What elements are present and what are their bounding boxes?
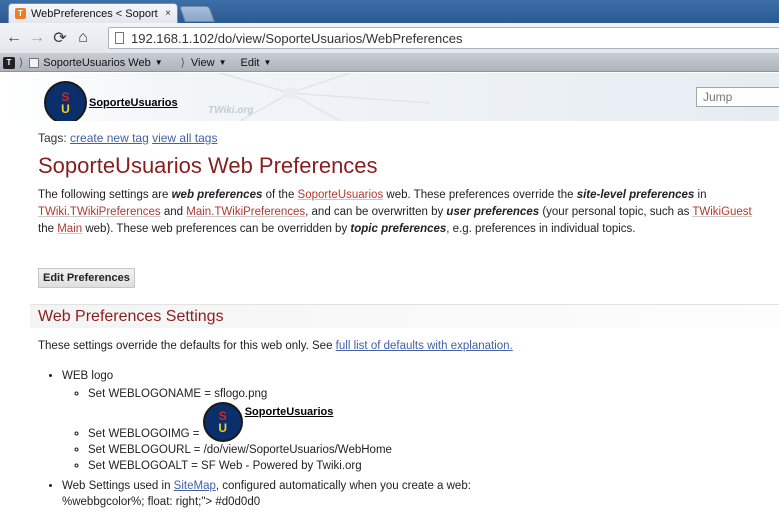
section-heading: Web Preferences Settings (30, 304, 779, 328)
reload-icon[interactable]: ⟳ (51, 28, 69, 48)
web-menu[interactable]: SoporteUsuarios Web ▼ (43, 57, 162, 69)
main-web-link[interactable]: Main (57, 223, 82, 235)
new-tab-button[interactable] (179, 6, 215, 22)
view-all-tags-link[interactable]: view all tags (152, 131, 217, 145)
twiki-favicon-icon: T (15, 8, 26, 19)
edit-preferences-button[interactable]: Edit Preferences (38, 268, 135, 288)
list-item: Set WEBLOGOALT = SF Web - Powered by Twi… (88, 458, 779, 474)
jump-input[interactable] (696, 87, 779, 107)
browser-toolbar: ← → ⟳ ⌂ 192.168.1.102/do/view/SoporteUsu… (0, 23, 779, 54)
tab-title: WebPreferences < Soport (31, 7, 158, 20)
view-menu[interactable]: View ▼ (191, 57, 227, 69)
home-icon[interactable]: ⌂ (74, 28, 92, 48)
twiki-preferences-link[interactable]: TWiki.TWikiPreferences (38, 206, 161, 218)
address-bar[interactable]: 192.168.1.102/do/view/SoporteUsuarios/We… (108, 27, 779, 49)
breadcrumb-separator: ⟩ (180, 57, 185, 69)
list-item: Web Settings used in SiteMap, configured… (62, 478, 779, 510)
soporte-usuarios-logo: S U (44, 81, 87, 121)
list-item: Set WEBLOGOURL = /do/view/SoporteUsuario… (88, 442, 779, 458)
breadcrumb-separator: ⟩ (19, 57, 24, 69)
browser-tab-strip: T WebPreferences < Soport × (0, 0, 779, 23)
web-logo-link[interactable]: S U SoporteUsuarios (44, 81, 178, 121)
twiki-toolbar: T ⟩ SoporteUsuarios Web ▼ ⟩ View ▼ Edit … (0, 54, 779, 72)
soporte-usuarios-logo: S U (202, 402, 243, 442)
inline-web-logo: S U SoporteUsuarios (202, 402, 333, 442)
edit-menu-label: Edit (240, 56, 260, 69)
twiki-org-watermark: TWiki.org (208, 105, 254, 116)
page-icon (115, 32, 124, 44)
url-text: 192.168.1.102/do/view/SoporteUsuarios/We… (131, 30, 463, 46)
main-content: Tags: create new tag view all tags Sopor… (30, 131, 779, 514)
page-title: SoporteUsuarios Web Preferences (38, 153, 378, 178)
settings-intro: These settings override the defaults for… (38, 340, 513, 352)
chevron-down-icon: ▼ (218, 58, 227, 67)
chevron-down-icon: ▼ (154, 58, 163, 67)
web-icon (29, 57, 40, 68)
list-item: Set WEBLOGOIMG = S U SoporteUsuarios (88, 402, 779, 442)
forward-arrow-icon[interactable]: → (28, 28, 46, 48)
view-menu-label: View (190, 56, 215, 69)
twiki-guest-link[interactable]: TWikiGuest (692, 206, 751, 218)
tags-label: Tags: (38, 131, 67, 145)
close-tab-icon[interactable]: × (165, 8, 171, 19)
main-preferences-link[interactable]: Main.TWikiPreferences (186, 206, 305, 218)
list-item: Set WEBLOGONAME = sflogo.png (88, 386, 779, 402)
tags-line: Tags: create new tag view all tags (38, 131, 779, 145)
intro-paragraph: The following settings are web preferenc… (38, 189, 752, 235)
web-menu-label: SoporteUsuarios Web (43, 56, 151, 69)
back-arrow-icon[interactable]: ← (5, 28, 23, 48)
twiki-toolbar-icon[interactable]: T (3, 56, 15, 69)
create-new-tag-link[interactable]: create new tag (70, 131, 149, 145)
page-header: S U SoporteUsuarios TWiki.org (0, 73, 779, 121)
soporte-usuarios-link[interactable]: SoporteUsuarios (298, 189, 384, 201)
chevron-down-icon: ▼ (263, 58, 272, 67)
settings-list: WEB logo Set WEBLOGONAME = sflogo.png Se… (62, 368, 779, 510)
logo-text: SoporteUsuarios (89, 96, 178, 109)
sitemap-link[interactable]: SiteMap (174, 480, 216, 492)
browser-tab[interactable]: T WebPreferences < Soport × (8, 3, 178, 23)
edit-menu[interactable]: Edit ▼ (241, 57, 272, 69)
defaults-list-link[interactable]: full list of defaults with explanation. (336, 340, 513, 352)
list-item: WEB logo Set WEBLOGONAME = sflogo.png Se… (62, 368, 779, 474)
